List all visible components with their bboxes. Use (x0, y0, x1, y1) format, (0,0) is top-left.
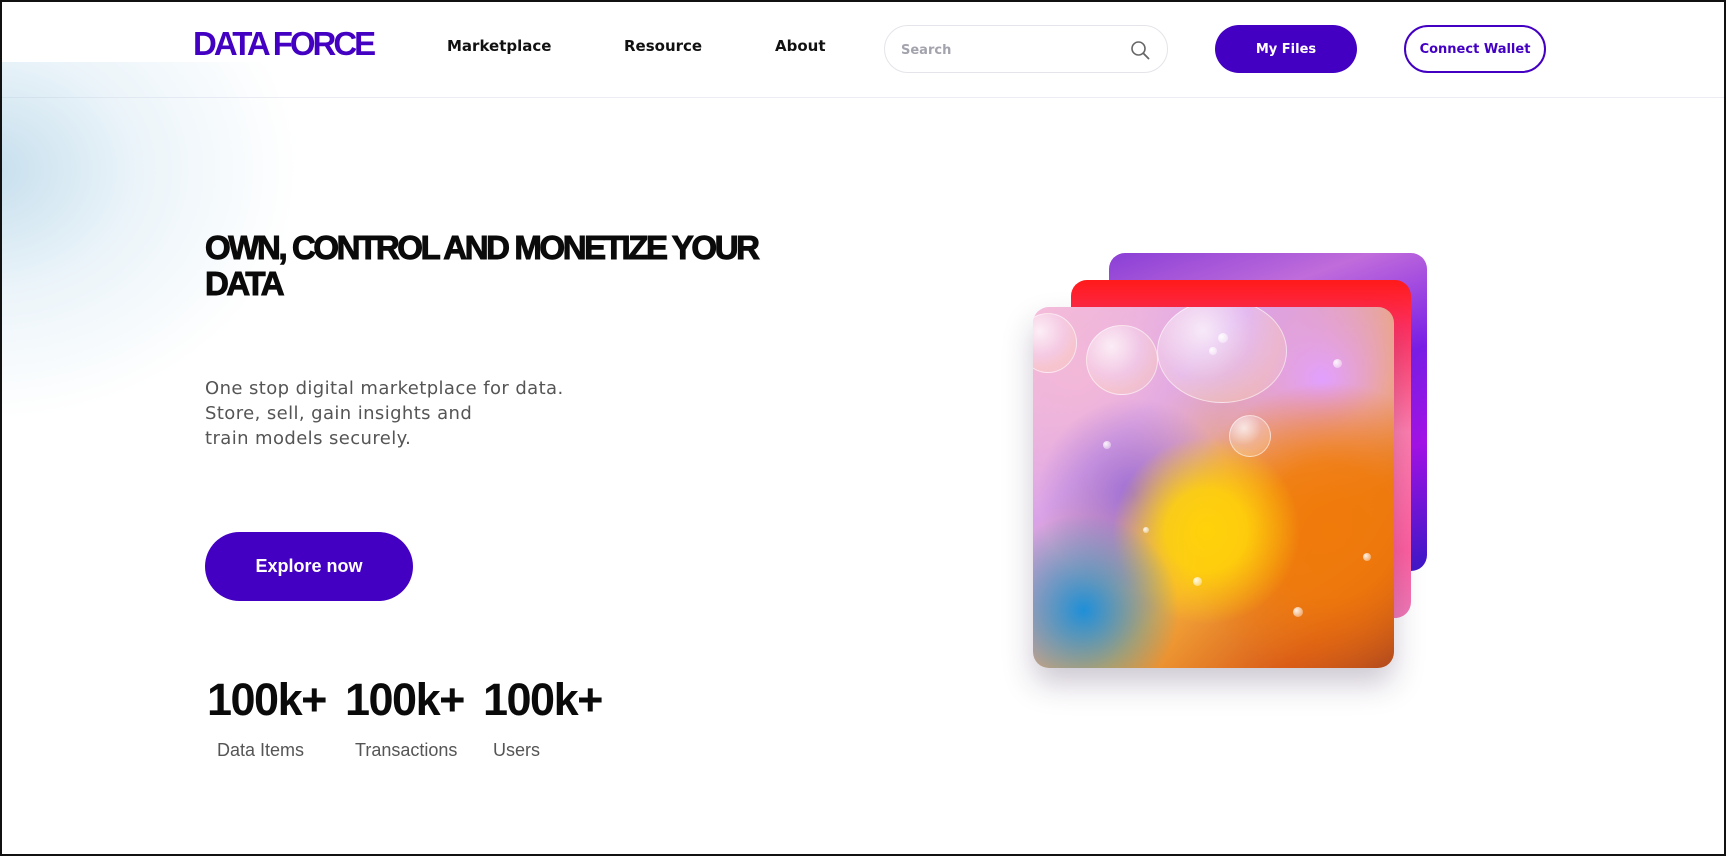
nav-resource[interactable]: Resource (624, 37, 702, 55)
bubble (1229, 415, 1271, 457)
stat-value: 100k+ (345, 674, 465, 725)
stat-label: Users (493, 740, 541, 760)
droplet (1143, 527, 1149, 533)
brand-logo[interactable]: DATA FORCE (193, 24, 376, 65)
hero-title: OWN, CONTROL AND MONETIZE YOUR DATA (205, 229, 761, 302)
nav-marketplace[interactable]: Marketplace (447, 37, 551, 55)
nav-about[interactable]: About (775, 37, 826, 55)
stat-value: 100k+ (207, 674, 327, 725)
connect-wallet-button[interactable]: Connect Wallet (1404, 25, 1546, 73)
droplet (1363, 553, 1371, 561)
search-bar (884, 25, 1168, 73)
stat-value: 100k+ (483, 674, 603, 725)
page: DATA FORCE Marketplace Resource About My… (0, 0, 1726, 856)
droplet (1293, 607, 1303, 617)
droplet (1218, 333, 1228, 343)
droplet (1193, 577, 1202, 586)
my-files-button[interactable]: My Files (1215, 25, 1357, 73)
hero-subtitle: One stop digital marketplace for data. S… (205, 378, 564, 449)
stat-label: Transactions (355, 740, 458, 760)
stat-label: Data Items (217, 740, 305, 760)
hero-card-front-abstract-image (1033, 307, 1394, 668)
bubble (1157, 307, 1287, 403)
explore-now-button[interactable]: Explore now (205, 532, 413, 601)
droplet (1103, 441, 1111, 449)
bubble (1086, 325, 1158, 395)
droplet (1209, 347, 1217, 355)
bubble (1033, 313, 1077, 373)
search-icon[interactable] (1129, 39, 1151, 61)
search-input[interactable] (901, 38, 1121, 62)
droplet (1333, 359, 1342, 368)
